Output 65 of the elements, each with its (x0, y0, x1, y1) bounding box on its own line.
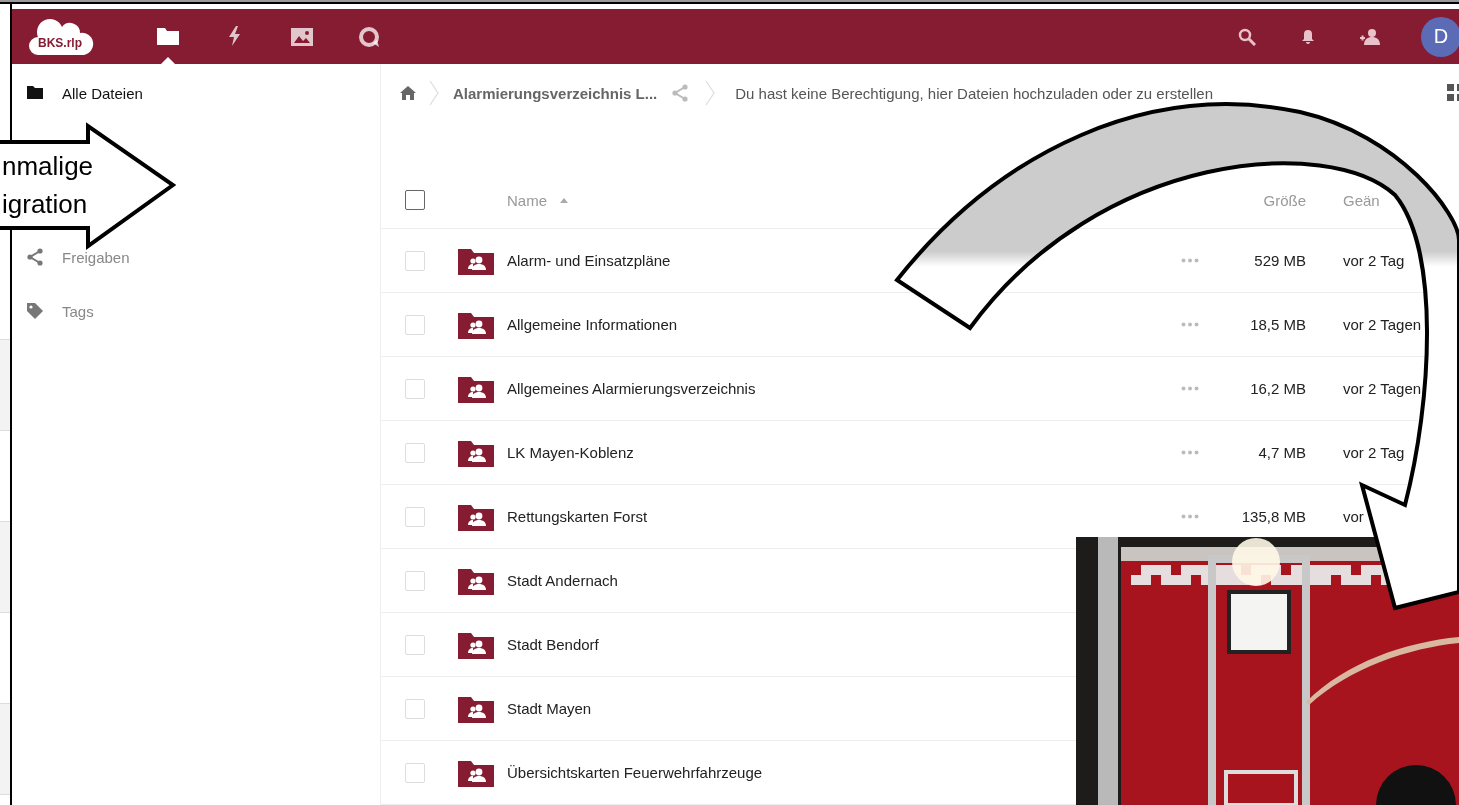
row-checkbox[interactable] (405, 314, 425, 335)
modified-date: vor (1343, 508, 1364, 525)
file-name[interactable]: Allgemeine Informationen (507, 316, 678, 333)
more-actions-icon[interactable] (1181, 322, 1199, 327)
sidebar-item[interactable]: Alle Dateien (12, 66, 380, 120)
file-size: 16,2 MB (1249, 380, 1306, 397)
row-checkbox[interactable] (405, 570, 425, 591)
file-name[interactable]: LK Mayen-Koblenz (507, 444, 634, 461)
file-name[interactable]: Rettungskarten Forst (507, 508, 648, 525)
file-name[interactable]: Stadt Andernach (507, 572, 618, 589)
file-name[interactable]: Alarm- und Einsatzpläne (507, 252, 671, 269)
shared-folder-icon (458, 374, 494, 403)
row-checkbox[interactable] (405, 698, 425, 719)
file-size: 4,7 MB (1257, 444, 1306, 461)
callout-text: igration (2, 188, 88, 221)
shared-folder-icon (458, 630, 494, 659)
row-checkbox[interactable] (405, 442, 425, 463)
sidebar-item[interactable]: Freigaben (12, 230, 380, 284)
permission-notice: Du hast keine Berechtigung, hier Dateien hochzuladen oder zu erstellen (735, 84, 1214, 102)
bell-icon[interactable] (1301, 28, 1315, 45)
file-name[interactable]: Allgemeines Alarmierungsverzeichnis (507, 380, 756, 397)
more-actions-icon[interactable] (1181, 258, 1199, 263)
more-actions-icon[interactable] (1181, 386, 1199, 391)
file-name[interactable]: Stadt Mayen (507, 700, 592, 717)
row-checkbox[interactable] (405, 378, 425, 399)
breadcrumb-separator (705, 80, 716, 106)
shared-folder-icon (458, 310, 494, 339)
file-size: 135,8 MB (1240, 508, 1306, 525)
callout-text: nmalige (2, 150, 94, 183)
shared-folder-icon (458, 566, 494, 595)
breadcrumb-separator (429, 80, 439, 106)
shared-folder-icon (458, 758, 494, 787)
search-icon[interactable] (1238, 27, 1256, 46)
row-checkbox[interactable] (405, 506, 425, 527)
row-checkbox[interactable] (405, 762, 425, 783)
shared-folder-icon (458, 438, 494, 467)
modified-date: vor 2 Tagen (1343, 380, 1422, 397)
row-checkbox[interactable] (405, 634, 425, 655)
chat-icon (356, 24, 381, 49)
folder-icon (26, 84, 44, 102)
home-icon[interactable] (399, 85, 417, 101)
share-icon[interactable] (671, 84, 690, 102)
modified-date: vor 2 Tag (1343, 252, 1405, 269)
row-checkbox[interactable] (405, 250, 425, 271)
file-name[interactable]: Stadt Bendorf (507, 636, 599, 653)
shared-folder-icon (458, 502, 494, 531)
select-all-checkbox[interactable] (405, 190, 425, 210)
more-actions-icon[interactable] (1181, 514, 1199, 519)
more-actions-icon[interactable] (1181, 450, 1199, 455)
file-size: 18,5 MB (1249, 316, 1306, 333)
breadcrumb-folder[interactable]: Alarmierungsverzeichnis L... (453, 84, 658, 102)
shared-folder-icon (458, 246, 494, 275)
logo-text: BKS.rlp (38, 35, 82, 50)
modified-date: vor 2 Tag (1343, 444, 1405, 461)
grid-view-icon[interactable] (1447, 84, 1459, 102)
user-avatar[interactable]: D (1421, 16, 1459, 57)
cloud-icon (28, 16, 94, 57)
sidebar-item[interactable]: Tags (12, 284, 380, 338)
file-name[interactable]: Übersichtskarten Feuerwehrfahrzeuge (507, 764, 763, 781)
modified-date: vor 2 Tagen (1343, 316, 1422, 333)
tag-icon (26, 302, 44, 320)
contacts-icon[interactable] (1360, 27, 1380, 46)
share-icon (26, 248, 44, 266)
file-size: 529 MB (1253, 252, 1306, 269)
shared-folder-icon (458, 694, 494, 723)
